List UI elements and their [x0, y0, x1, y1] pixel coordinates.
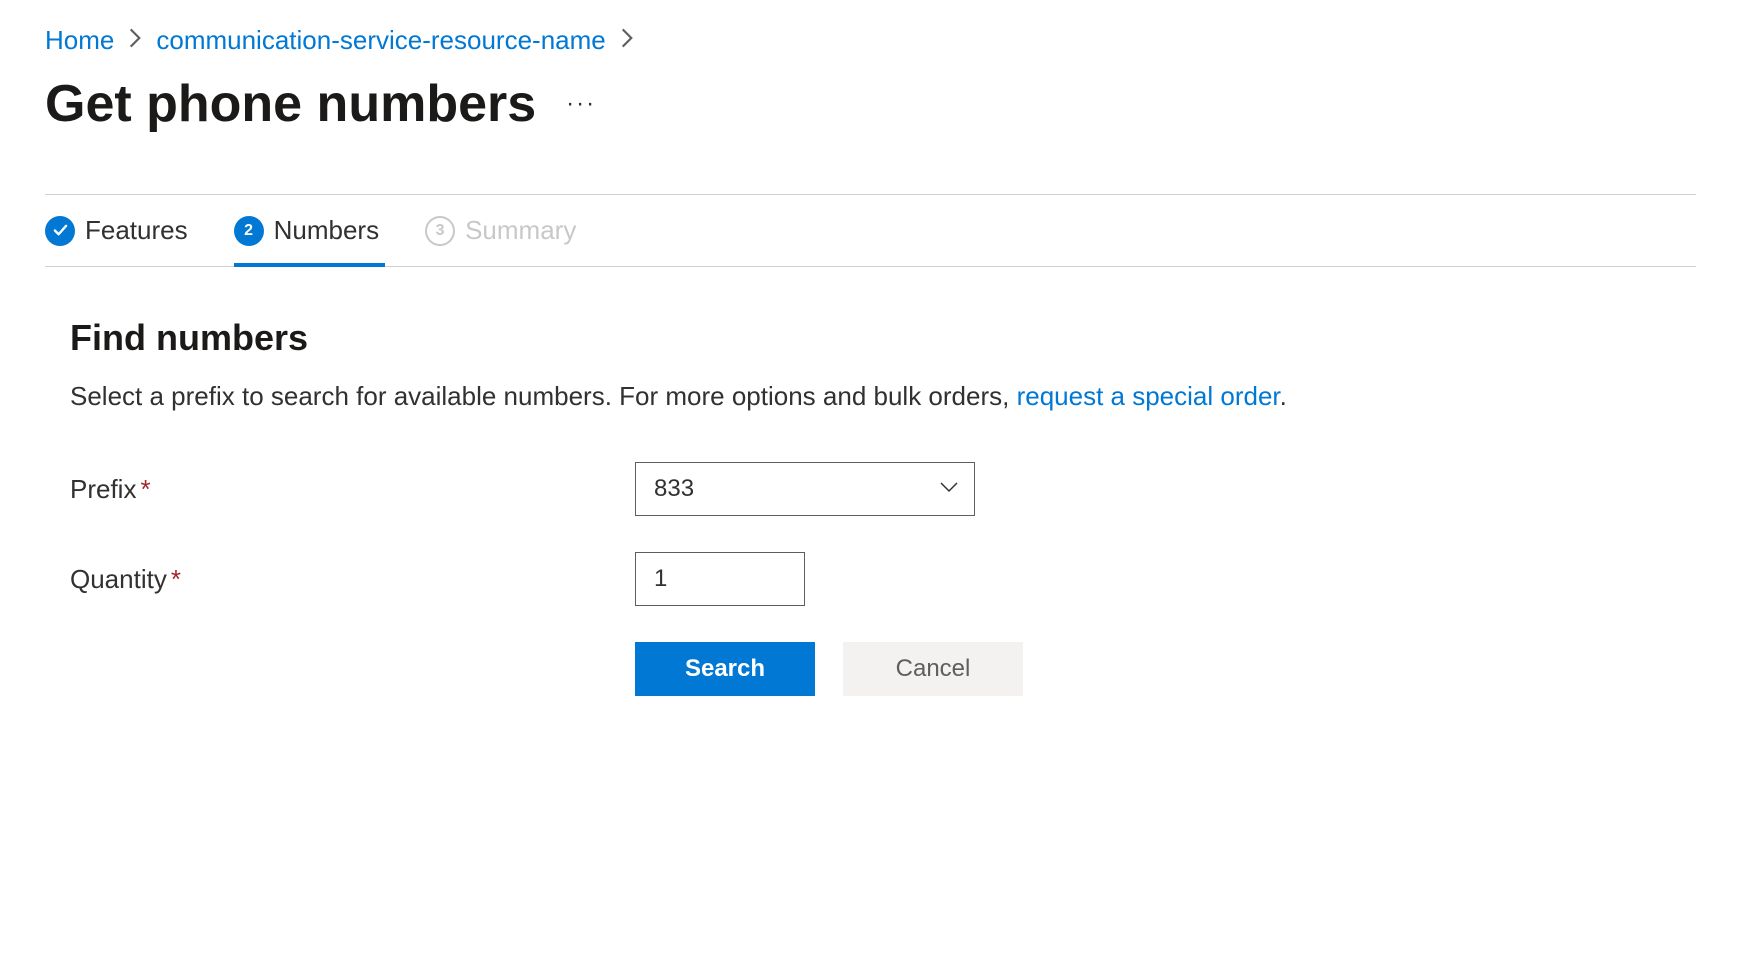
breadcrumb-resource[interactable]: communication-service-resource-name [156, 25, 605, 56]
step-features[interactable]: Features [45, 195, 194, 266]
breadcrumb-home[interactable]: Home [45, 25, 114, 56]
step-label: Summary [465, 215, 576, 246]
required-indicator: * [171, 564, 181, 594]
cancel-button[interactable]: Cancel [843, 642, 1023, 696]
section-description: Select a prefix to search for available … [70, 381, 1671, 412]
quantity-input[interactable] [635, 552, 805, 606]
step-number-icon: 2 [234, 216, 264, 246]
form-section: Find numbers Select a prefix to search f… [45, 267, 1696, 696]
quantity-row: Quantity* [70, 552, 1671, 606]
steps-bar: Features 2 Numbers 3 Summary [45, 194, 1696, 267]
prefix-label: Prefix* [70, 474, 635, 505]
step-label: Numbers [274, 215, 379, 246]
breadcrumb: Home communication-service-resource-name [45, 25, 1696, 56]
step-number-icon: 3 [425, 216, 455, 246]
more-icon[interactable]: ··· [566, 92, 596, 116]
button-row: Search Cancel [635, 642, 1671, 696]
quantity-label-text: Quantity [70, 564, 167, 594]
step-summary[interactable]: 3 Summary [425, 195, 582, 266]
prefix-select[interactable]: 833 [635, 462, 975, 516]
quantity-label: Quantity* [70, 564, 635, 595]
prefix-select-value[interactable]: 833 [635, 462, 975, 516]
prefix-row: Prefix* 833 [70, 462, 1671, 516]
required-indicator: * [140, 474, 150, 504]
section-title: Find numbers [70, 317, 1671, 359]
description-text: Select a prefix to search for available … [70, 381, 1017, 411]
chevron-right-icon [128, 28, 142, 54]
step-numbers[interactable]: 2 Numbers [234, 195, 385, 266]
search-button[interactable]: Search [635, 642, 815, 696]
chevron-right-icon [620, 28, 634, 54]
page-title: Get phone numbers [45, 74, 536, 134]
description-suffix: . [1280, 381, 1287, 411]
step-label: Features [85, 215, 188, 246]
check-icon [45, 216, 75, 246]
page-title-row: Get phone numbers ··· [45, 74, 1696, 134]
prefix-label-text: Prefix [70, 474, 136, 504]
request-special-order-link[interactable]: request a special order [1017, 381, 1280, 411]
